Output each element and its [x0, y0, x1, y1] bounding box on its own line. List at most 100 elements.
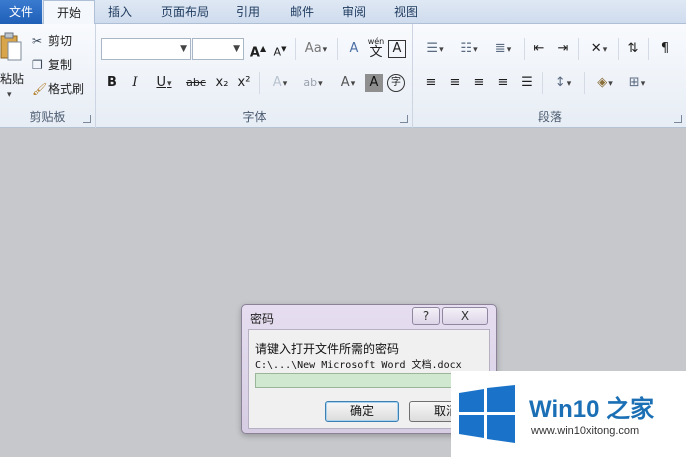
shading-button[interactable]: ◈ [590, 72, 620, 94]
password-input[interactable] [255, 373, 483, 388]
multilevel-list-button[interactable]: ≣ [488, 38, 518, 60]
sort-icon: ⇅ [627, 41, 639, 56]
numbered-list-icon: ☷ [460, 41, 473, 56]
bold-label: B [107, 75, 117, 90]
scissors-icon: ✂ [32, 34, 43, 48]
line-spacing-button[interactable]: ↕ [548, 72, 578, 94]
grow-font-label: A [249, 45, 260, 61]
file-path: C:\...\New Microsoft Word 文档.docx [255, 360, 462, 371]
ok-button[interactable]: 确定 [325, 401, 399, 422]
ribbon: 粘贴 ✂剪切 ❐复制 🖌格式刷 剪贴板 ▼ ▼ A▲ A▼ Aa A wé [0, 24, 686, 128]
tab-references[interactable]: 引用 [228, 0, 268, 24]
grow-font-button[interactable]: A▲ [247, 38, 269, 60]
dialog-title: 密码 [250, 312, 275, 326]
justify-button[interactable]: ≡ [492, 72, 514, 94]
underline-button[interactable]: U [149, 72, 179, 94]
close-icon: X [460, 309, 470, 323]
chevron-down-icon[interactable]: ▼ [180, 39, 187, 59]
font-name-combo[interactable]: ▼ [101, 38, 191, 60]
cut-button[interactable]: ✂ 剪切 [32, 30, 72, 52]
paint-bucket-icon: ◈ [597, 75, 608, 90]
align-left-icon: ≡ [425, 75, 437, 90]
clipboard-launcher-icon[interactable] [83, 115, 91, 123]
format-painter-button[interactable]: 🖌格式刷 [32, 78, 84, 100]
help-button[interactable]: ? [412, 307, 440, 325]
tab-insert[interactable]: 插入 [100, 0, 140, 24]
shrink-font-label: A [273, 45, 282, 59]
increase-indent-button[interactable]: ⇥ [552, 38, 574, 60]
phonetic-guide-button[interactable]: wén 文 [365, 36, 387, 60]
italic-label: I [132, 75, 138, 90]
strikethrough-label: abc [186, 76, 206, 89]
tab-view[interactable]: 视图 [386, 0, 426, 24]
paste-label: 粘贴 [0, 72, 25, 86]
numbering-button[interactable]: ☷ [454, 38, 484, 60]
watermark: Win10 之家 www.win10xitong.com [451, 371, 686, 457]
phonetic-char-label: 文 [369, 45, 383, 60]
text-effects-button[interactable]: A [265, 72, 295, 94]
font-launcher-icon[interactable] [400, 115, 408, 123]
highlight-label: ab [303, 76, 318, 89]
paragraph-launcher-icon[interactable] [674, 115, 682, 123]
close-button[interactable]: X [442, 307, 488, 325]
chinese-layout-button[interactable]: ✕ [584, 38, 614, 60]
tab-page-layout[interactable]: 页面布局 [150, 0, 220, 24]
character-border-label: A [392, 41, 402, 56]
bullet-list-icon: ☰ [426, 41, 439, 56]
subscript-label: x₂ [215, 75, 229, 90]
copy-label: 复制 [48, 58, 73, 72]
superscript-button[interactable]: x² [233, 72, 255, 94]
shrink-font-button[interactable]: A▼ [269, 38, 291, 60]
chevron-down-icon[interactable]: ▼ [233, 39, 240, 59]
tab-mailings[interactable]: 邮件 [282, 0, 322, 24]
brush-icon: 🖌 [32, 82, 48, 96]
highlight-button[interactable]: ab [297, 72, 329, 94]
align-center-button[interactable]: ≡ [444, 72, 466, 94]
align-left-button[interactable]: ≡ [420, 72, 442, 94]
clipboard-group: 粘贴 ✂ 剪切 ❐ 复制 🖌格式刷 剪贴板 [0, 24, 96, 128]
paste-dropdown-icon[interactable] [6, 86, 12, 100]
font-group: ▼ ▼ A▲ A▼ Aa A wén文 A B I U abc x₂ x² A … [97, 24, 413, 128]
bullets-button[interactable]: ☰ [420, 38, 450, 60]
strikethrough-button[interactable]: abc [183, 72, 209, 94]
distributed-button[interactable]: ☰ [516, 72, 538, 94]
tab-home[interactable]: 开始 [43, 0, 95, 25]
align-center-icon: ≡ [449, 75, 461, 90]
tab-review[interactable]: 审阅 [334, 0, 374, 24]
subscript-button[interactable]: x₂ [211, 72, 233, 94]
distributed-icon: ☰ [521, 75, 533, 90]
paste-button[interactable]: 粘贴 [0, 30, 26, 100]
bold-button[interactable]: B [101, 72, 123, 94]
copy-button[interactable]: ❐ 复制 [32, 54, 72, 76]
character-shading-label: A [369, 75, 379, 90]
paste-icon [0, 32, 22, 61]
text-effects-label: A [272, 75, 282, 90]
italic-button[interactable]: I [124, 72, 146, 94]
cut-label: 剪切 [48, 34, 73, 48]
underline-label: U [156, 75, 166, 90]
enclose-characters-label: 字 [391, 77, 401, 88]
tab-file[interactable]: 文件 [0, 0, 42, 24]
character-shading-button[interactable]: A [365, 74, 383, 92]
borders-button[interactable]: ⊞ [622, 72, 652, 94]
line-spacing-icon: ↕ [554, 75, 566, 90]
format-painter-label: 格式刷 [48, 82, 85, 96]
enclose-characters-button[interactable]: 字 [387, 74, 405, 92]
font-size-combo[interactable]: ▼ [192, 38, 244, 60]
justify-icon: ≡ [497, 75, 509, 90]
windows-logo-icon [459, 385, 515, 443]
decrease-indent-icon: ⇤ [533, 41, 545, 56]
decrease-indent-button[interactable]: ⇤ [528, 38, 550, 60]
sort-button[interactable]: ⇅ [622, 38, 644, 60]
character-border-button[interactable]: A [388, 40, 406, 58]
change-case-button[interactable]: Aa [301, 38, 331, 60]
paragraph-group: ☰ ☷ ≣ ⇤ ⇥ ✕ ⇅ ¶ ≡ ≡ ≡ ≡ ☰ ↕ ◈ ⊞ 段落 [414, 24, 686, 128]
clear-formatting-button[interactable]: A [343, 38, 365, 60]
align-right-button[interactable]: ≡ [468, 72, 490, 94]
password-prompt: 请键入打开文件所需的密码 [255, 342, 400, 356]
paragraph-group-label: 段落 [537, 110, 562, 124]
font-color-button[interactable]: A [333, 72, 363, 94]
ribbon-tab-bar: 文件 开始 插入 页面布局 引用 邮件 审阅 视图 [0, 0, 686, 25]
show-marks-button[interactable]: ¶ [654, 38, 676, 60]
watermark-brand: Win10 之家 [529, 396, 655, 423]
